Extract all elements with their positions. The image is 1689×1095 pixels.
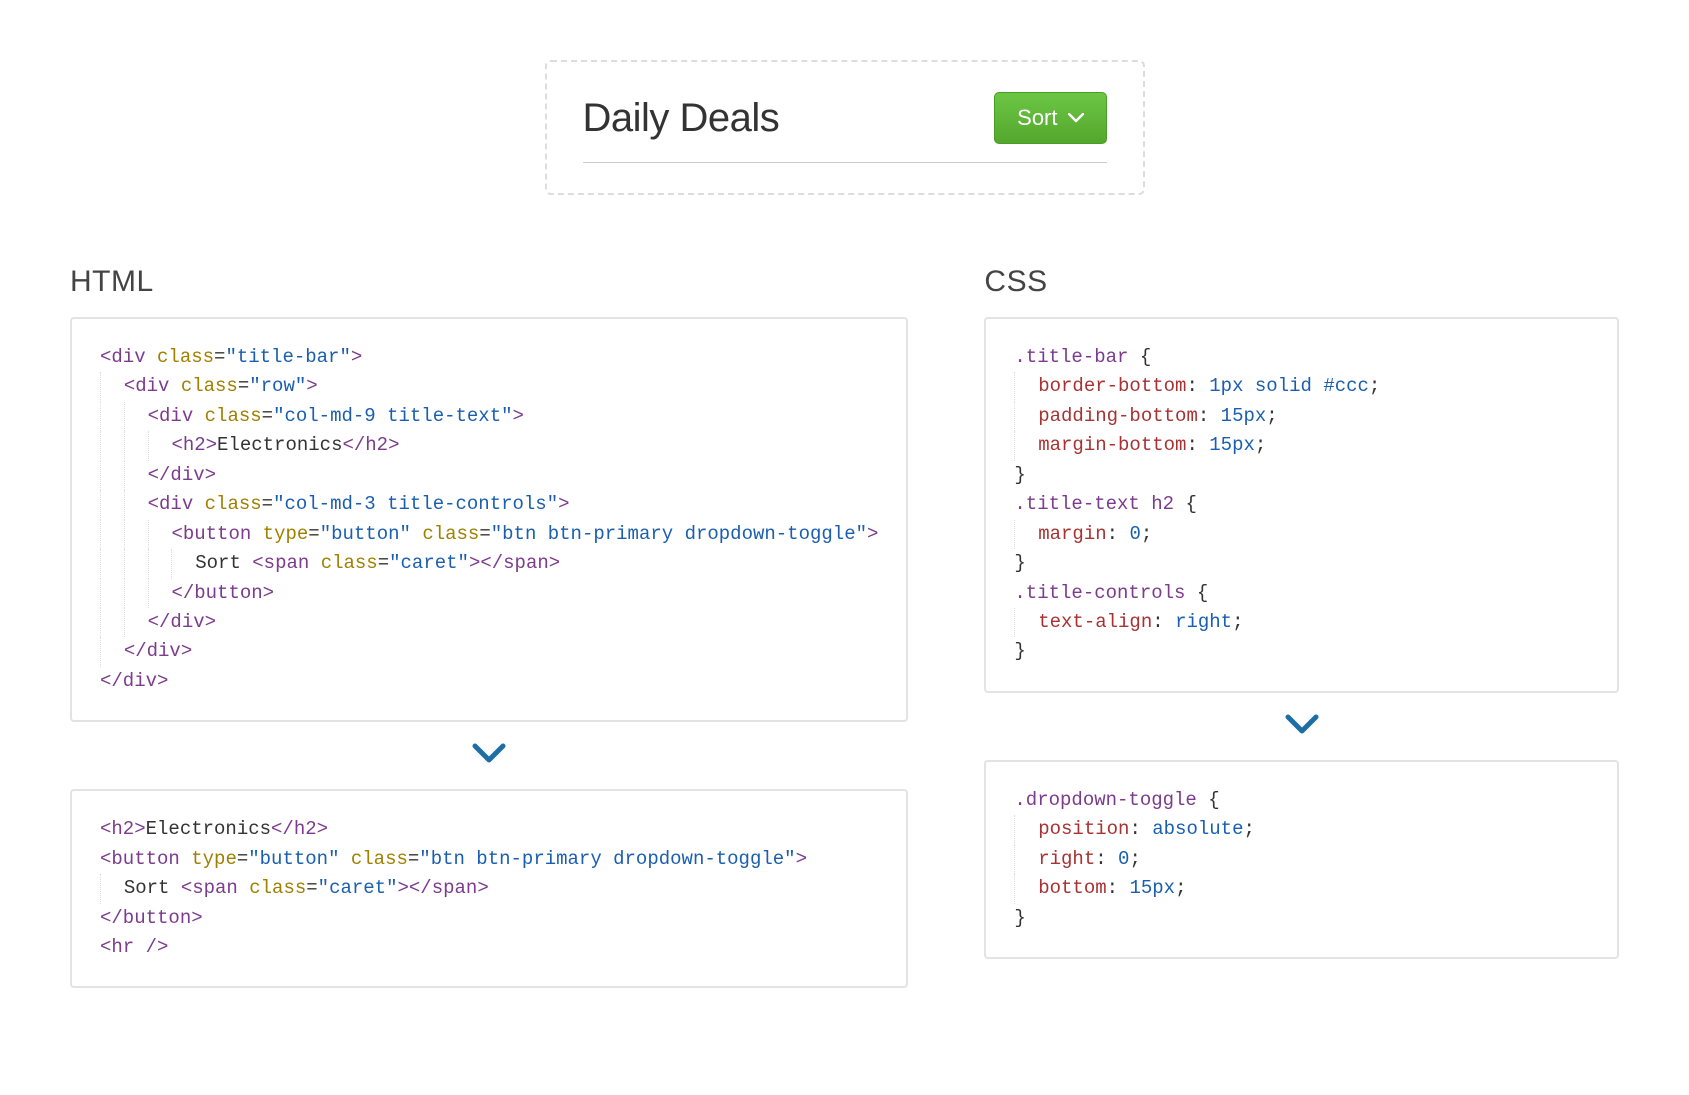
css-code-bottom: .dropdown-toggle { position: absolute; r… xyxy=(984,760,1619,959)
html-code-top: <div class="title-bar"> <div class="row"… xyxy=(70,317,908,722)
chevron-down-icon xyxy=(1068,113,1084,123)
html-column-header: HTML xyxy=(70,265,908,299)
preview-title-bar: Daily Deals Sort xyxy=(583,92,1107,163)
sort-button[interactable]: Sort xyxy=(994,92,1106,144)
html-code-bottom: <h2>Electronics</h2> <button type="butto… xyxy=(70,789,908,988)
arrow-down-icon xyxy=(984,713,1619,742)
arrow-down-icon xyxy=(70,742,908,771)
css-code-top: .title-bar { border-bottom: 1px solid #c… xyxy=(984,317,1619,693)
sort-button-label: Sort xyxy=(1017,105,1057,131)
preview-title: Daily Deals xyxy=(583,96,780,141)
content-columns: HTML <div class="title-bar"> <div class=… xyxy=(70,265,1619,1008)
css-column-header: CSS xyxy=(984,265,1619,299)
preview-box: Daily Deals Sort xyxy=(545,60,1145,195)
html-column: HTML <div class="title-bar"> <div class=… xyxy=(70,265,908,1008)
css-column: CSS .title-bar { border-bottom: 1px soli… xyxy=(984,265,1619,1008)
